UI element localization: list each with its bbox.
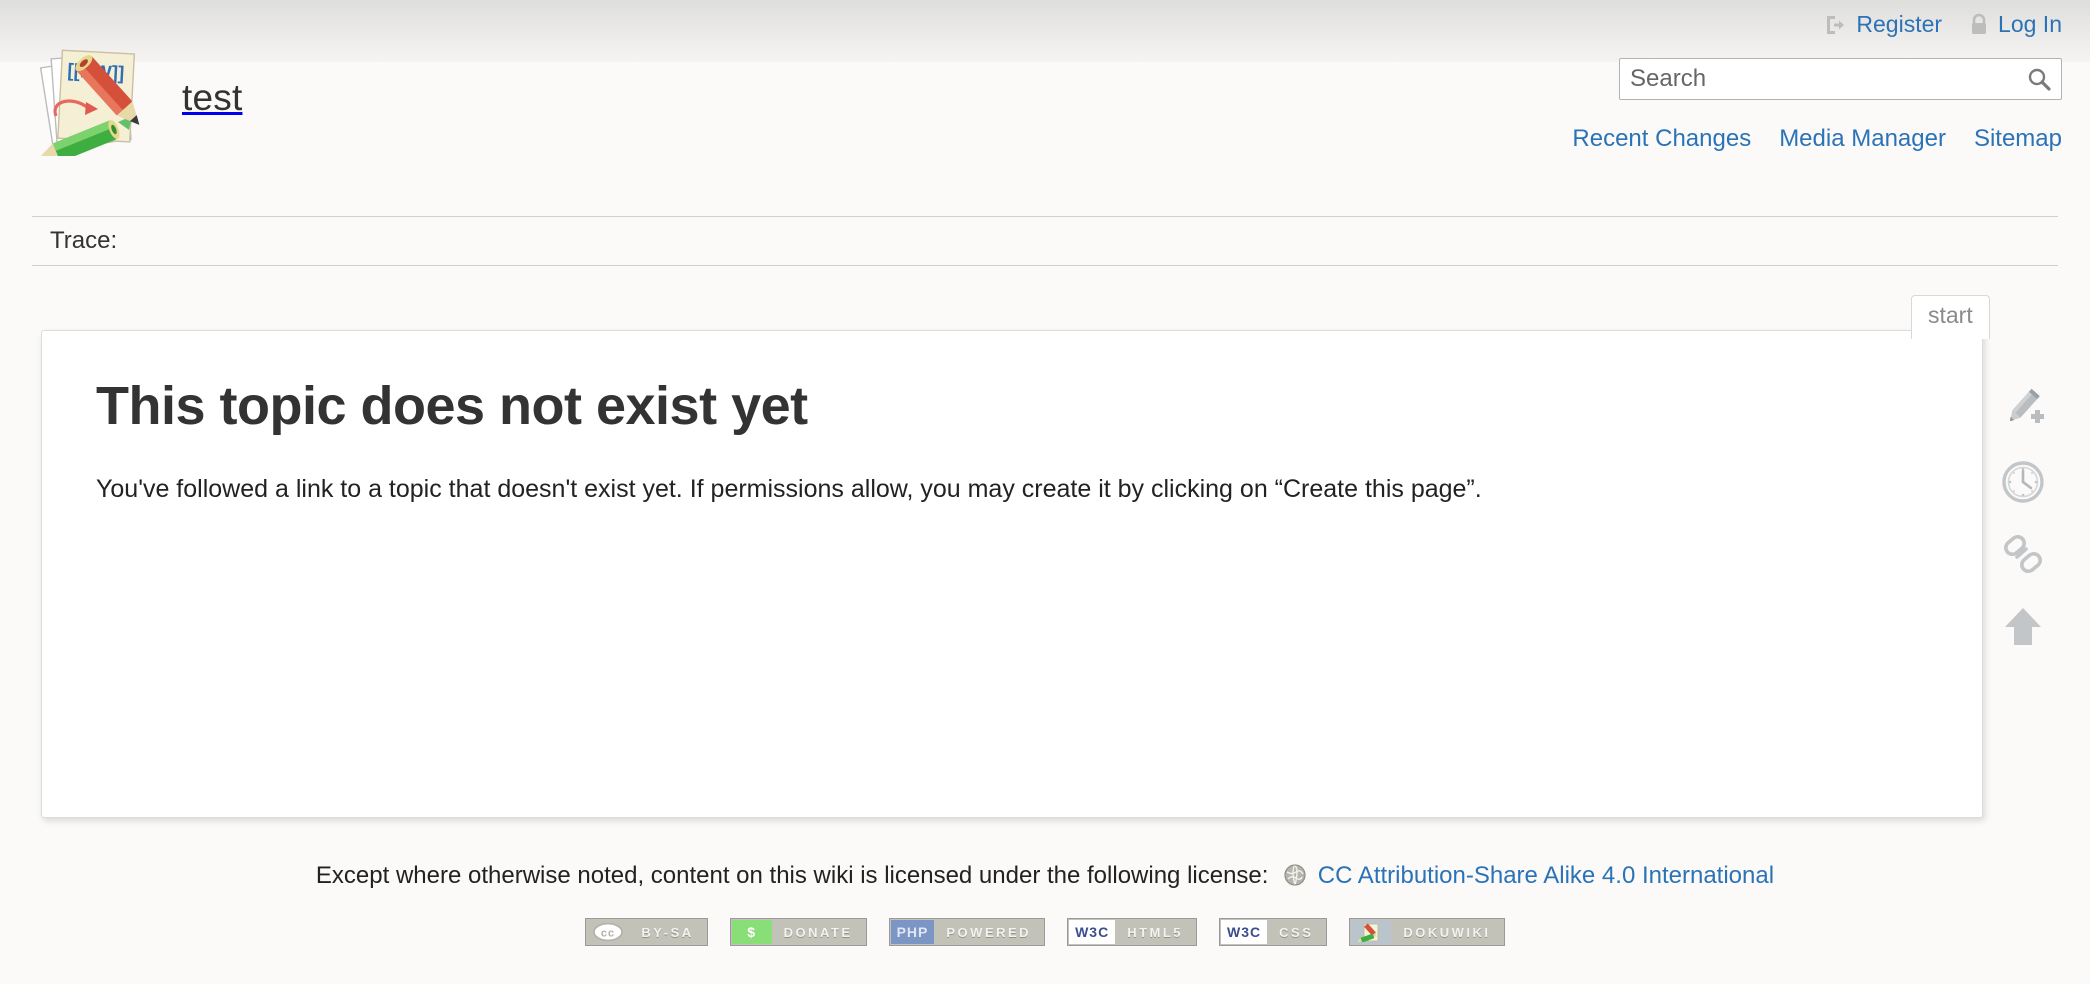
site-tool-recent-changes[interactable]: Recent Changes xyxy=(1572,125,1751,153)
page-content: This topic does not exist yet You've fol… xyxy=(41,330,1983,818)
back-to-top-button[interactable] xyxy=(1996,601,2050,655)
login-link[interactable]: Log In xyxy=(1968,11,2062,38)
badge-w3c-css-label: CSS xyxy=(1279,924,1314,940)
globe-icon xyxy=(1283,864,1314,893)
badge-dokuwiki-mark xyxy=(1351,920,1392,944)
badge-dokuwiki[interactable]: DOKUWIKI xyxy=(1349,918,1505,946)
site-tool-media-manager[interactable]: Media Manager xyxy=(1779,125,1946,153)
badge-w3c-html5-label: HTML5 xyxy=(1127,924,1184,940)
site-tool-sitemap[interactable]: Sitemap xyxy=(1974,125,2062,153)
breadcrumb-label: Trace: xyxy=(50,227,118,254)
badge-php-mark: PHP xyxy=(890,920,935,944)
badge-cc-by-sa[interactable]: cc BY-SA xyxy=(585,918,708,946)
badge-w3c-html5-mark: W3C xyxy=(1069,920,1116,944)
site-tools: Recent Changes Media Manager Sitemap xyxy=(1572,125,2062,153)
badge-w3c-html5[interactable]: W3C HTML5 xyxy=(1067,918,1198,946)
dokuwiki-page: Register Log In test Search Recent Chang… xyxy=(0,0,2090,984)
license-link[interactable]: CC Attribution-Share Alike 4.0 Internati… xyxy=(1318,862,1774,889)
register-label: Register xyxy=(1856,11,1943,37)
license-prefix: Except where otherwise noted, content on… xyxy=(315,862,1269,889)
badge-donate[interactable]: $ DONATE xyxy=(729,918,867,946)
lock-icon xyxy=(1968,13,1990,37)
license-line: Except where otherwise noted, content on… xyxy=(0,862,2090,894)
arrow-up-icon xyxy=(2000,603,2046,654)
page-title: This topic does not exist yet xyxy=(96,376,808,436)
register-door-icon xyxy=(1824,13,1848,37)
pencil-plus-icon xyxy=(2000,387,2046,438)
page-tab-label: start xyxy=(1928,302,1973,328)
site-brand-link[interactable]: [[DW]] xyxy=(28,38,243,163)
svg-text:cc: cc xyxy=(601,928,615,940)
site-title: test xyxy=(182,76,243,118)
chain-link-icon xyxy=(2000,531,2046,582)
badge-cc-label: BY-SA xyxy=(641,924,694,940)
old-revisions-button[interactable] xyxy=(1996,457,2050,511)
login-label: Log In xyxy=(1998,11,2062,37)
search-button[interactable] xyxy=(2017,59,2061,99)
create-page-button[interactable] xyxy=(1996,385,2050,439)
user-tools: Register Log In xyxy=(1824,11,2062,38)
search-icon xyxy=(2026,66,2052,92)
badge-php-powered[interactable]: PHP POWERED xyxy=(888,918,1046,946)
badge-w3c-css[interactable]: W3C CSS xyxy=(1219,918,1328,946)
page-body-text: You've followed a link to a topic that d… xyxy=(96,475,1482,503)
badge-dokuwiki-label: DOKUWIKI xyxy=(1403,924,1491,940)
backlinks-button[interactable] xyxy=(1996,529,2050,583)
search-form[interactable] xyxy=(1619,58,2062,100)
badge-donate-label: DONATE xyxy=(783,924,853,940)
page-tools xyxy=(1996,385,2050,655)
footer-badges: cc BY-SA $ DONATE PHP POWERED W3C HTML5 … xyxy=(0,918,2090,946)
search-input[interactable] xyxy=(1620,59,2017,99)
breadcrumb: Trace: xyxy=(32,216,2058,266)
site-header: Register Log In test Search Recent Chang… xyxy=(0,0,2090,213)
badge-cc-mark: cc xyxy=(587,920,630,944)
badge-w3c-css-mark: W3C xyxy=(1221,920,1268,944)
register-link[interactable]: Register xyxy=(1824,11,1942,38)
dokuwiki-logo: [[DW]] xyxy=(28,38,160,163)
badge-php-label: POWERED xyxy=(946,924,1032,940)
clock-icon xyxy=(2000,459,2046,510)
badge-donate-mark: $ xyxy=(731,920,772,944)
page-tab-start[interactable]: start xyxy=(1911,295,1990,339)
